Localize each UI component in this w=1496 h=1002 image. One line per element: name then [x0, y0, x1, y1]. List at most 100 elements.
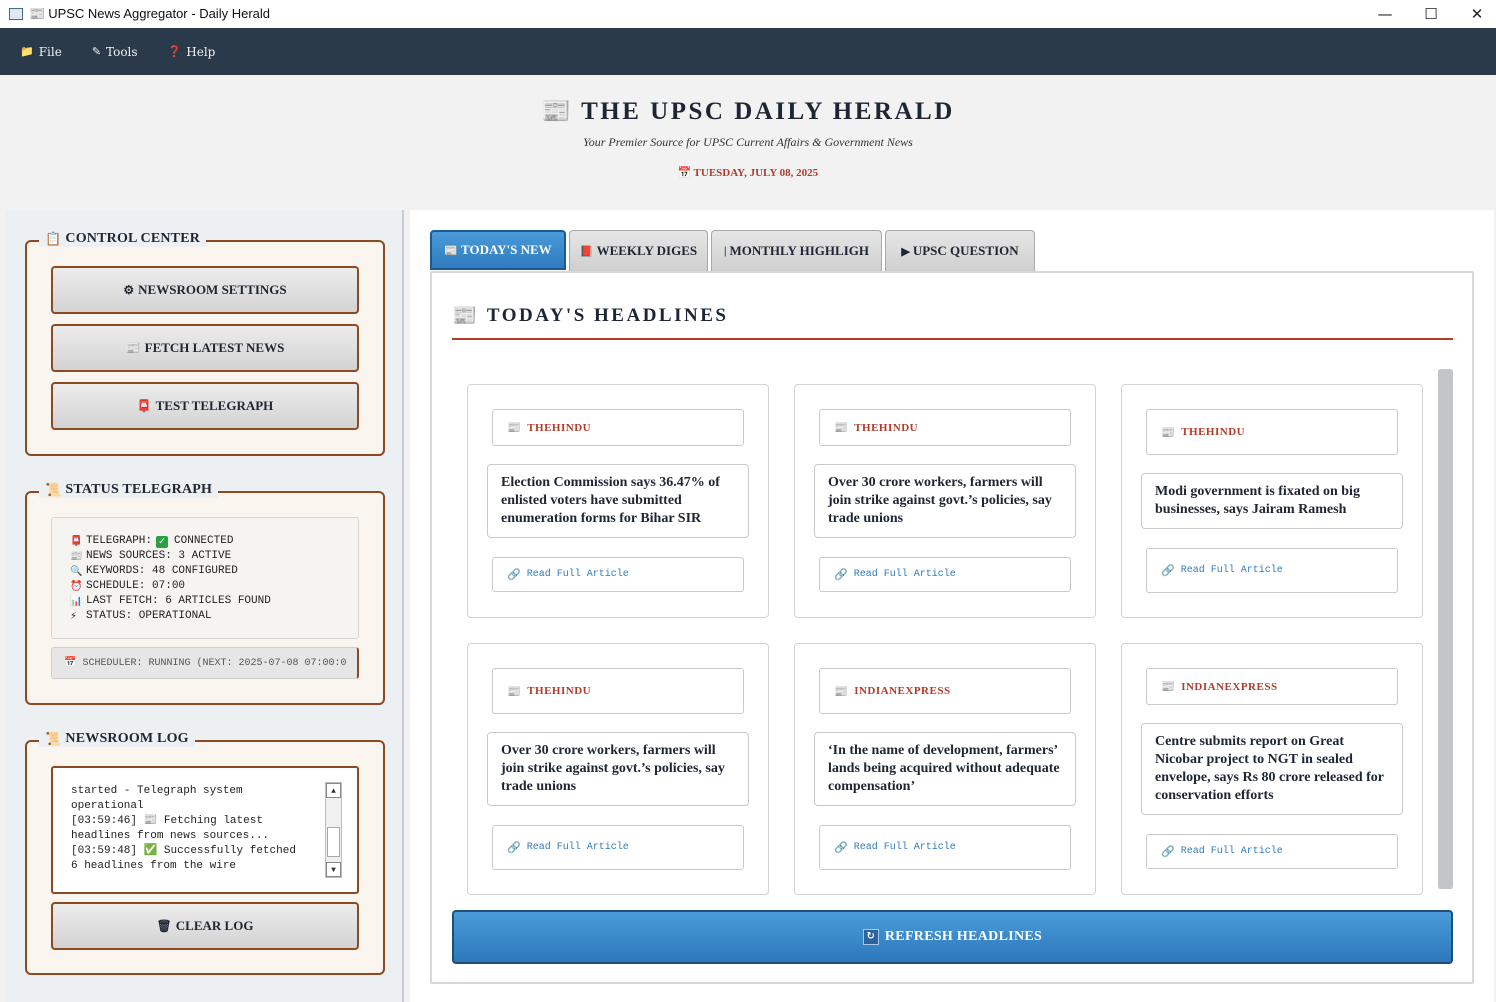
- newsroom-log-title: 📜 NEWSROOM LOG: [39, 731, 195, 747]
- trash-icon: 🗑: [156, 918, 172, 933]
- newspaper-icon: 📰: [29, 6, 46, 21]
- clear-log-button[interactable]: 🗑 CLEAR LOG: [51, 902, 359, 950]
- heading-divider: [452, 338, 1453, 340]
- read-full-article-link[interactable]: 🔗 Read Full Article: [819, 557, 1071, 592]
- article-source: 📰 THEHINDU: [819, 409, 1071, 446]
- scroll-up-icon[interactable]: ▲: [326, 783, 341, 798]
- menu-bar: 📁 File ✎ Tools ❓ Help: [0, 28, 1496, 75]
- maximize-button[interactable]: ☐: [1408, 0, 1454, 28]
- newspaper-icon: 📰: [125, 340, 141, 355]
- read-full-article-link[interactable]: 🔗 Read Full Article: [492, 557, 744, 592]
- read-full-article-link[interactable]: 🔗 Read Full Article: [492, 825, 744, 870]
- tab-upsc-questions[interactable]: ▶ UPSC QUESTION: [885, 230, 1035, 271]
- article-headline: Election Commission says 36.47% of enlis…: [487, 464, 749, 538]
- headlines-heading: 📰 TODAY'S HEADLINES: [452, 304, 729, 328]
- newspaper-icon: 📰: [452, 305, 477, 327]
- right-panel: 📰 TODAY'S NEW 📕 WEEKLY DIGES | MONTHLY HIGH…: [410, 210, 1494, 1002]
- close-button[interactable]: ✕: [1454, 0, 1496, 28]
- status-line: 📮 TELEGRAPH: ✓ CONNECTED: [70, 535, 234, 548]
- fetch-latest-news-button[interactable]: 📰 FETCH LATEST NEWS: [51, 324, 359, 372]
- scroll-icon: 📜: [45, 482, 62, 497]
- scroll-down-icon[interactable]: ▼: [326, 862, 341, 877]
- article-source: 📰 THEHINDU: [1146, 409, 1398, 455]
- tab-weekly-digest[interactable]: 📕 WEEKLY DIGES: [569, 230, 708, 271]
- headlines-scrollbar[interactable]: [1438, 369, 1453, 889]
- scroll-icon: 📜: [45, 731, 62, 746]
- masthead-header: 📰 THE UPSC DAILY HERALD Your Premier Sour…: [0, 75, 1496, 210]
- link-icon: 🔗: [1161, 564, 1175, 577]
- article-card: 📰 THEHINDU Over 30 crore workers, farmers…: [467, 643, 769, 895]
- alarm-clock-icon: ⏰: [70, 581, 83, 592]
- scheduler-status: 📅 SCHEDULER: RUNNING (NEXT: 2025-07-08 07…: [51, 647, 359, 679]
- status-telegraph-group: 📜 STATUS TELEGRAPH 📮 TELEGRAPH: ✓ CONNECTED …: [25, 482, 385, 705]
- postbox-icon: 📮: [136, 398, 152, 413]
- test-telegraph-button[interactable]: 📮 TEST TELEGRAPH: [51, 382, 359, 430]
- article-headline: Over 30 crore workers, farmers will join…: [814, 464, 1076, 538]
- menu-file[interactable]: 📁 File: [20, 45, 62, 59]
- gear-icon: ⚙: [123, 282, 135, 297]
- article-card: 📰 THEHINDU Modi government is fixated on …: [1121, 384, 1423, 618]
- calendar-icon: 📅: [677, 167, 692, 179]
- newspaper-icon: 📰: [1161, 681, 1176, 693]
- date-display: 📅 TUESDAY, JULY 08, 2025: [677, 167, 819, 179]
- tagline: Your Premier Source for UPSC Current Aff…: [583, 135, 913, 149]
- todays-news-pane: 📰 TODAY'S HEADLINES 📰 THEHINDU Election Co…: [430, 271, 1474, 984]
- log-textarea[interactable]: started - Telegraph system operational […: [51, 766, 359, 894]
- menu-tools[interactable]: ✎ Tools: [92, 45, 138, 59]
- tab-monthly-highlights[interactable]: | MONTHLY HIGHLIGH: [711, 230, 882, 271]
- refresh-icon: ↻: [862, 929, 879, 945]
- left-panel: 📋 CONTROL CENTER ⚙ NEWSROOM SETTINGS 📰 FETC…: [5, 210, 404, 1002]
- window-title: 📰 UPSC News Aggregator - Daily Herald: [29, 6, 270, 21]
- newspaper-icon: 📰: [834, 422, 849, 434]
- link-icon: 🔗: [1161, 845, 1175, 858]
- read-full-article-link[interactable]: 🔗 Read Full Article: [1146, 834, 1398, 869]
- clipboard-icon: 📋: [45, 231, 62, 246]
- lightning-icon: ⚡: [70, 611, 78, 622]
- read-full-article-link[interactable]: 🔗 Read Full Article: [819, 825, 1071, 870]
- newspaper-icon: 📰: [834, 685, 849, 698]
- folder-icon: 📁: [20, 45, 34, 58]
- article-card: 📰 INDIANEXPRESS ‘In the name of developme…: [794, 643, 1096, 895]
- scroll-thumb[interactable]: [1438, 369, 1453, 889]
- log-line: started - Telegraph system: [71, 785, 243, 797]
- newsroom-settings-button[interactable]: ⚙ NEWSROOM SETTINGS: [51, 266, 359, 314]
- status-line: 🔍 KEYWORDS: 48 CONFIGURED: [70, 565, 238, 577]
- log-scrollbar[interactable]: ▲ ▼: [325, 782, 342, 878]
- app-icon: [9, 8, 23, 20]
- article-card: 📰 THEHINDU Over 30 crore workers, farmers…: [794, 384, 1096, 618]
- article-card: 📰 INDIANEXPRESS Centre submits report on …: [1121, 643, 1423, 895]
- control-center-title: 📋 CONTROL CENTER: [39, 231, 207, 247]
- menu-help[interactable]: ❓ Help: [168, 45, 216, 59]
- log-line: operational: [71, 800, 144, 812]
- question-icon: ❓: [167, 45, 182, 58]
- article-headline: Over 30 crore workers, farmers will join…: [487, 732, 749, 806]
- calendar-icon: 📅: [64, 658, 77, 669]
- log-line: headlines from news sources...: [71, 830, 270, 842]
- play-icon: ▶: [901, 245, 910, 258]
- link-icon: 🔗: [507, 841, 521, 854]
- window-titlebar: 📰 UPSC News Aggregator - Daily Herald — ☐…: [0, 0, 1496, 28]
- refresh-headlines-button[interactable]: ↻ REFRESH HEADLINES: [452, 910, 1453, 964]
- link-icon: 🔗: [834, 568, 848, 581]
- minimize-button[interactable]: —: [1362, 0, 1408, 28]
- read-full-article-link[interactable]: 🔗 Read Full Article: [1146, 548, 1398, 593]
- article-headline: Modi government is fixated on big busine…: [1141, 473, 1403, 529]
- article-source: 📰 THEHINDU: [492, 409, 744, 446]
- bar-chart-icon: 📊: [70, 596, 83, 607]
- status-line: 📊 LAST FETCH: 6 ARTICLES FOUND: [70, 595, 271, 607]
- newspaper-icon: 📰: [507, 422, 522, 434]
- control-center-group: 📋 CONTROL CENTER ⚙ NEWSROOM SETTINGS 📰 FETC…: [25, 231, 385, 456]
- status-telegraph-title: 📜 STATUS TELEGRAPH: [39, 482, 219, 498]
- postbox-icon: 📮: [70, 536, 83, 547]
- scroll-thumb[interactable]: [327, 827, 340, 857]
- status-box: 📮 TELEGRAPH: ✓ CONNECTED 📰 NEWS SOURCES: 3 A…: [51, 517, 359, 639]
- status-line: ⚡ STATUS: OPERATIONAL: [70, 610, 212, 622]
- check-icon: ✓: [156, 535, 169, 548]
- pencil-icon: ✎: [91, 45, 102, 58]
- article-headline: ‘In the name of development, farmers’ la…: [814, 732, 1076, 806]
- article-source: 📰 THEHINDU: [492, 668, 744, 714]
- log-line: 6 headlines from the wire: [71, 860, 237, 872]
- tab-todays-news[interactable]: 📰 TODAY'S NEW: [430, 230, 566, 270]
- link-icon: 🔗: [834, 841, 848, 854]
- article-card: 📰 THEHINDU Election Commission says 36.47…: [467, 384, 769, 618]
